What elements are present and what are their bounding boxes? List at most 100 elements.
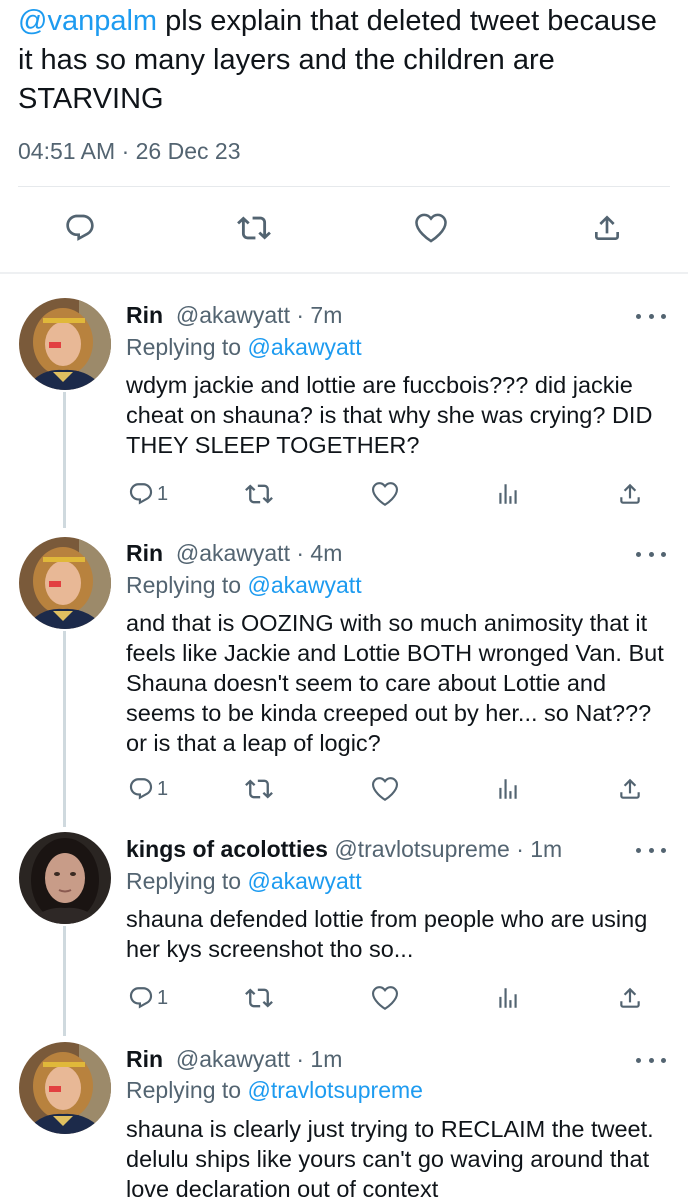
main-tweet-mention[interactable]: @vanpalm (18, 5, 157, 37)
section-divider (0, 272, 688, 274)
share-icon (620, 987, 640, 1008)
like-icon (371, 777, 399, 802)
replying-to: Replying to @akawyatt (126, 866, 362, 896)
main-tweet-text: @vanpalm pls explain that deleted tweet … (18, 2, 678, 119)
replying-to-prefix: Replying to (126, 868, 248, 894)
reply-icon (66, 214, 94, 241)
main-tweet-time: 04:51 AM (18, 138, 116, 164)
like-button[interactable] (371, 981, 399, 1015)
like-icon (371, 986, 399, 1011)
views-button[interactable] (495, 772, 521, 806)
reply-count: 1 (157, 777, 169, 800)
reply-actions: 1 (0, 477, 688, 511)
reply-text: shauna is clearly just trying to RECLAIM… (126, 1116, 654, 1202)
like-button[interactable] (409, 206, 453, 250)
more-button[interactable] (636, 840, 666, 860)
views-icon (499, 484, 517, 504)
retweet-icon (245, 779, 273, 799)
reply-count: 1 (157, 482, 169, 505)
handle[interactable]: @akawyatt (176, 302, 290, 328)
replying-to: Replying to @travlotsupreme (126, 1075, 423, 1105)
share-button[interactable] (617, 981, 643, 1015)
reply-button[interactable]: 1 (128, 981, 168, 1015)
reply-actions: 1 (0, 981, 688, 1015)
reply-header: kings of acolotties @travlotsupreme · 1m (126, 834, 562, 864)
handle[interactable]: @travlotsupreme (334, 836, 509, 862)
replying-to-mention[interactable]: @akawyatt (247, 868, 361, 894)
views-button[interactable] (495, 981, 521, 1015)
timestamp-separator: · (121, 138, 130, 164)
reply-time: 1m (310, 1046, 343, 1072)
reply-icon (129, 987, 153, 1009)
main-tweet-date: 26 Dec 23 (135, 138, 241, 164)
more-button[interactable] (636, 306, 666, 326)
like-icon (415, 213, 447, 243)
replying-to-prefix: Replying to (126, 572, 248, 598)
reply-button[interactable]: 1 (128, 772, 168, 806)
display-name[interactable]: kings of acolotties (126, 836, 328, 862)
retweet-button[interactable] (245, 981, 273, 1015)
display-name[interactable]: Rin (126, 1046, 163, 1072)
main-tweet-timestamp[interactable]: 04:51 AM · 26 Dec 23 (18, 138, 241, 165)
reply-header: Rin @akawyatt · 1m (126, 1044, 342, 1074)
avatar[interactable] (19, 832, 111, 924)
share-icon (620, 483, 640, 504)
views-button[interactable] (495, 477, 521, 511)
retweet-icon (237, 216, 271, 240)
reply-text: wdym jackie and lottie are fuccbois??? d… (126, 372, 653, 458)
handle[interactable]: @akawyatt (176, 540, 290, 566)
replying-to-prefix: Replying to (126, 1077, 248, 1103)
views-icon (499, 988, 517, 1008)
more-icon (636, 551, 666, 557)
display-name[interactable]: Rin (126, 302, 163, 328)
replying-to-mention[interactable]: @akawyatt (247, 572, 361, 598)
dot-separator: · (516, 836, 524, 862)
retweet-button[interactable] (232, 206, 276, 250)
share-button[interactable] (617, 477, 643, 511)
views-icon (499, 779, 517, 799)
reply-icon (129, 483, 153, 505)
share-icon (595, 215, 619, 240)
share-button[interactable] (585, 206, 629, 250)
reply-time: 7m (310, 302, 343, 328)
more-icon (636, 847, 666, 853)
display-name[interactable]: Rin (126, 540, 163, 566)
like-button[interactable] (371, 772, 399, 806)
main-tweet-actions (0, 206, 688, 256)
reply-text: and that is OOZING with so much animosit… (126, 610, 664, 756)
handle[interactable]: @akawyatt (176, 1046, 290, 1072)
reply-text: shauna defended lottie from people who a… (126, 906, 648, 962)
retweet-icon (245, 484, 273, 504)
retweet-button[interactable] (245, 477, 273, 511)
replying-to-mention[interactable]: @travlotsupreme (247, 1077, 422, 1103)
reply-icon (129, 778, 153, 800)
avatar[interactable] (19, 298, 111, 390)
replying-to-mention[interactable]: @akawyatt (247, 334, 361, 360)
avatar[interactable] (19, 1042, 111, 1134)
dot-separator: · (296, 1046, 305, 1072)
more-icon (636, 1057, 666, 1063)
dot-separator: · (296, 302, 305, 328)
divider (18, 186, 670, 187)
replying-to: Replying to @akawyatt (126, 332, 362, 362)
avatar-image (19, 1042, 111, 1134)
share-icon (620, 778, 640, 799)
reply-header: Rin @akawyatt · 7m (126, 300, 342, 330)
avatar-image (19, 298, 111, 390)
more-icon (636, 313, 666, 319)
more-button[interactable] (636, 544, 666, 564)
reply-time: 4m (310, 540, 343, 566)
dot-separator: · (296, 540, 305, 566)
avatar[interactable] (19, 537, 111, 629)
like-button[interactable] (371, 477, 399, 511)
replying-to-prefix: Replying to (126, 334, 248, 360)
avatar-image (19, 537, 111, 629)
more-button[interactable] (636, 1050, 666, 1070)
like-icon (371, 482, 399, 507)
share-button[interactable] (617, 772, 643, 806)
reply-button[interactable]: 1 (128, 477, 168, 511)
retweet-icon (245, 988, 273, 1008)
reply-header: Rin @akawyatt · 4m (126, 538, 342, 568)
retweet-button[interactable] (245, 772, 273, 806)
reply-button[interactable] (58, 206, 102, 250)
